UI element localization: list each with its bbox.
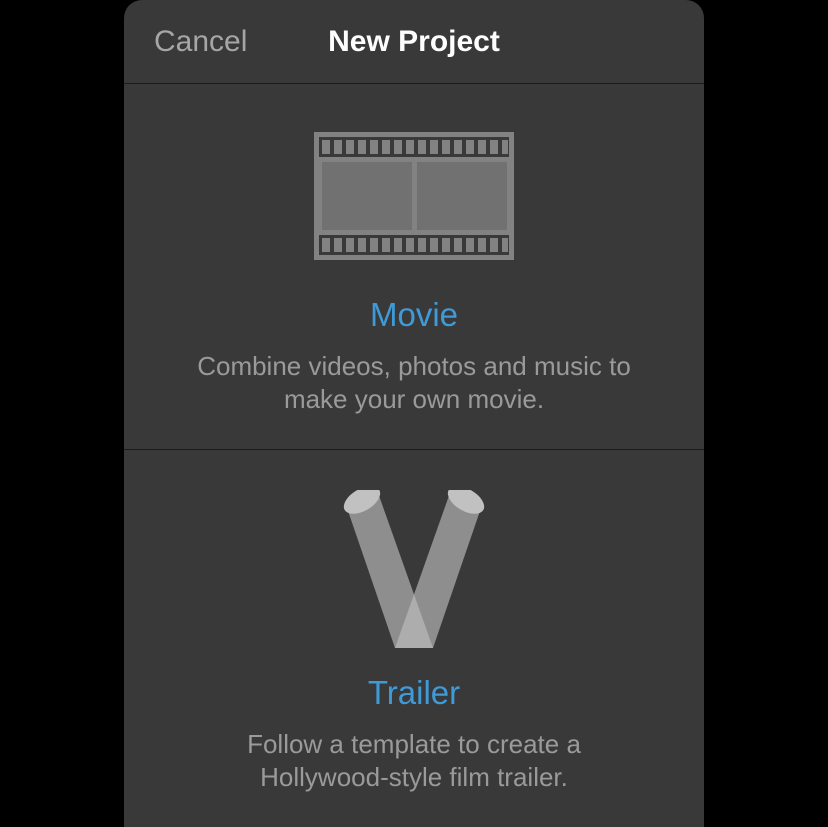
new-project-sheet: Cancel New Project: [124, 0, 704, 827]
film-strip-icon: [314, 132, 514, 260]
sheet-header: Cancel New Project: [124, 0, 704, 84]
option-trailer-title: Trailer: [368, 674, 460, 712]
option-movie-description: Combine videos, photos and music to make…: [184, 350, 644, 415]
spotlights-icon: [329, 490, 499, 650]
option-movie-title: Movie: [370, 296, 458, 334]
option-trailer[interactable]: Trailer Follow a template to create a Ho…: [124, 450, 704, 827]
option-trailer-description: Follow a template to create a Hollywood-…: [184, 728, 644, 793]
option-movie[interactable]: Movie Combine videos, photos and music t…: [124, 84, 704, 450]
cancel-button[interactable]: Cancel: [154, 25, 247, 59]
